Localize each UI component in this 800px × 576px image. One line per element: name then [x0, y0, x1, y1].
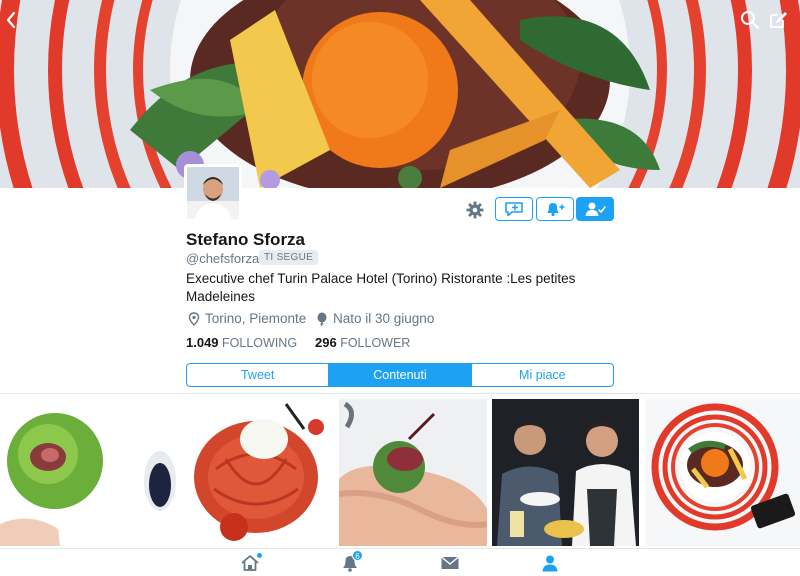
- followers-count: 296: [315, 335, 337, 350]
- location-text: Torino, Piemonte: [205, 311, 307, 326]
- profile-birthday: Nato il 30 giugno: [316, 311, 434, 326]
- back-button[interactable]: [4, 10, 28, 32]
- dish-photo-1: [0, 399, 180, 546]
- chefs-photo: [492, 399, 639, 546]
- media-thumbnail[interactable]: [0, 399, 180, 546]
- banner-food-image: [0, 0, 800, 188]
- profile-tabs: Tweet Contenuti Mi piace: [186, 363, 614, 387]
- nav-messages[interactable]: [438, 553, 462, 573]
- profile-location: Torino, Piemonte: [188, 311, 306, 326]
- profile-bio: Executive chef Turin Palace Hotel (Torin…: [186, 271, 576, 304]
- following-stat[interactable]: 1.049 FOLLOWING: [186, 335, 297, 350]
- search-button[interactable]: [740, 10, 764, 32]
- user-icon: [542, 555, 558, 572]
- compose-button[interactable]: [768, 10, 792, 32]
- media-thumbnail[interactable]: [492, 399, 639, 546]
- bottom-tab-bar: 6: [0, 548, 800, 576]
- search-icon: [741, 11, 760, 30]
- media-thumbnail[interactable]: [339, 399, 487, 546]
- section-divider: [0, 393, 800, 394]
- birthday-text: Nato il 30 giugno: [333, 311, 435, 326]
- user-check-icon: [585, 202, 606, 216]
- nav-notifications[interactable]: 6: [338, 550, 363, 573]
- gear-icon: [466, 201, 484, 219]
- message-icon: [505, 202, 523, 217]
- follows-you-badge: TI SEGUE: [259, 250, 319, 265]
- bell-plus-icon: [547, 203, 565, 217]
- dish-photo-3: [339, 399, 487, 546]
- compose-icon: [770, 12, 787, 28]
- avatar-photo: [187, 167, 239, 219]
- notifications-count-badge: 6: [352, 550, 363, 561]
- home-new-indicator: [257, 553, 262, 558]
- nav-home[interactable]: [238, 553, 262, 573]
- balloon-icon: [317, 312, 327, 326]
- followers-stat[interactable]: 296 FOLLOWER: [315, 335, 410, 350]
- following-count: 1.049: [186, 335, 219, 350]
- avatar[interactable]: [184, 164, 242, 222]
- tab-tweet[interactable]: Tweet: [187, 364, 330, 386]
- nav-me[interactable]: [538, 553, 562, 573]
- profile-handle: @chefsforza: [186, 251, 260, 266]
- dish-photo-2: [186, 399, 334, 546]
- direct-message-button[interactable]: [495, 197, 533, 221]
- following-label: FOLLOWING: [222, 336, 298, 350]
- dish-photo-5: [645, 399, 800, 546]
- location-pin-icon: [188, 311, 200, 326]
- media-thumbnail[interactable]: [186, 399, 334, 546]
- tab-contenuti[interactable]: Contenuti: [329, 364, 472, 386]
- profile-name: Stefano Sforza: [186, 230, 306, 249]
- chevron-left-icon: [6, 11, 16, 29]
- media-thumbnail[interactable]: [645, 399, 800, 546]
- notifications-toggle-button[interactable]: [536, 197, 574, 221]
- envelope-icon: [441, 556, 459, 569]
- tab-mi-piace[interactable]: Mi piace: [472, 364, 613, 386]
- settings-button[interactable]: [464, 199, 486, 221]
- profile-banner: [0, 0, 800, 188]
- following-button[interactable]: [576, 197, 614, 221]
- followers-label: FOLLOWER: [340, 336, 411, 350]
